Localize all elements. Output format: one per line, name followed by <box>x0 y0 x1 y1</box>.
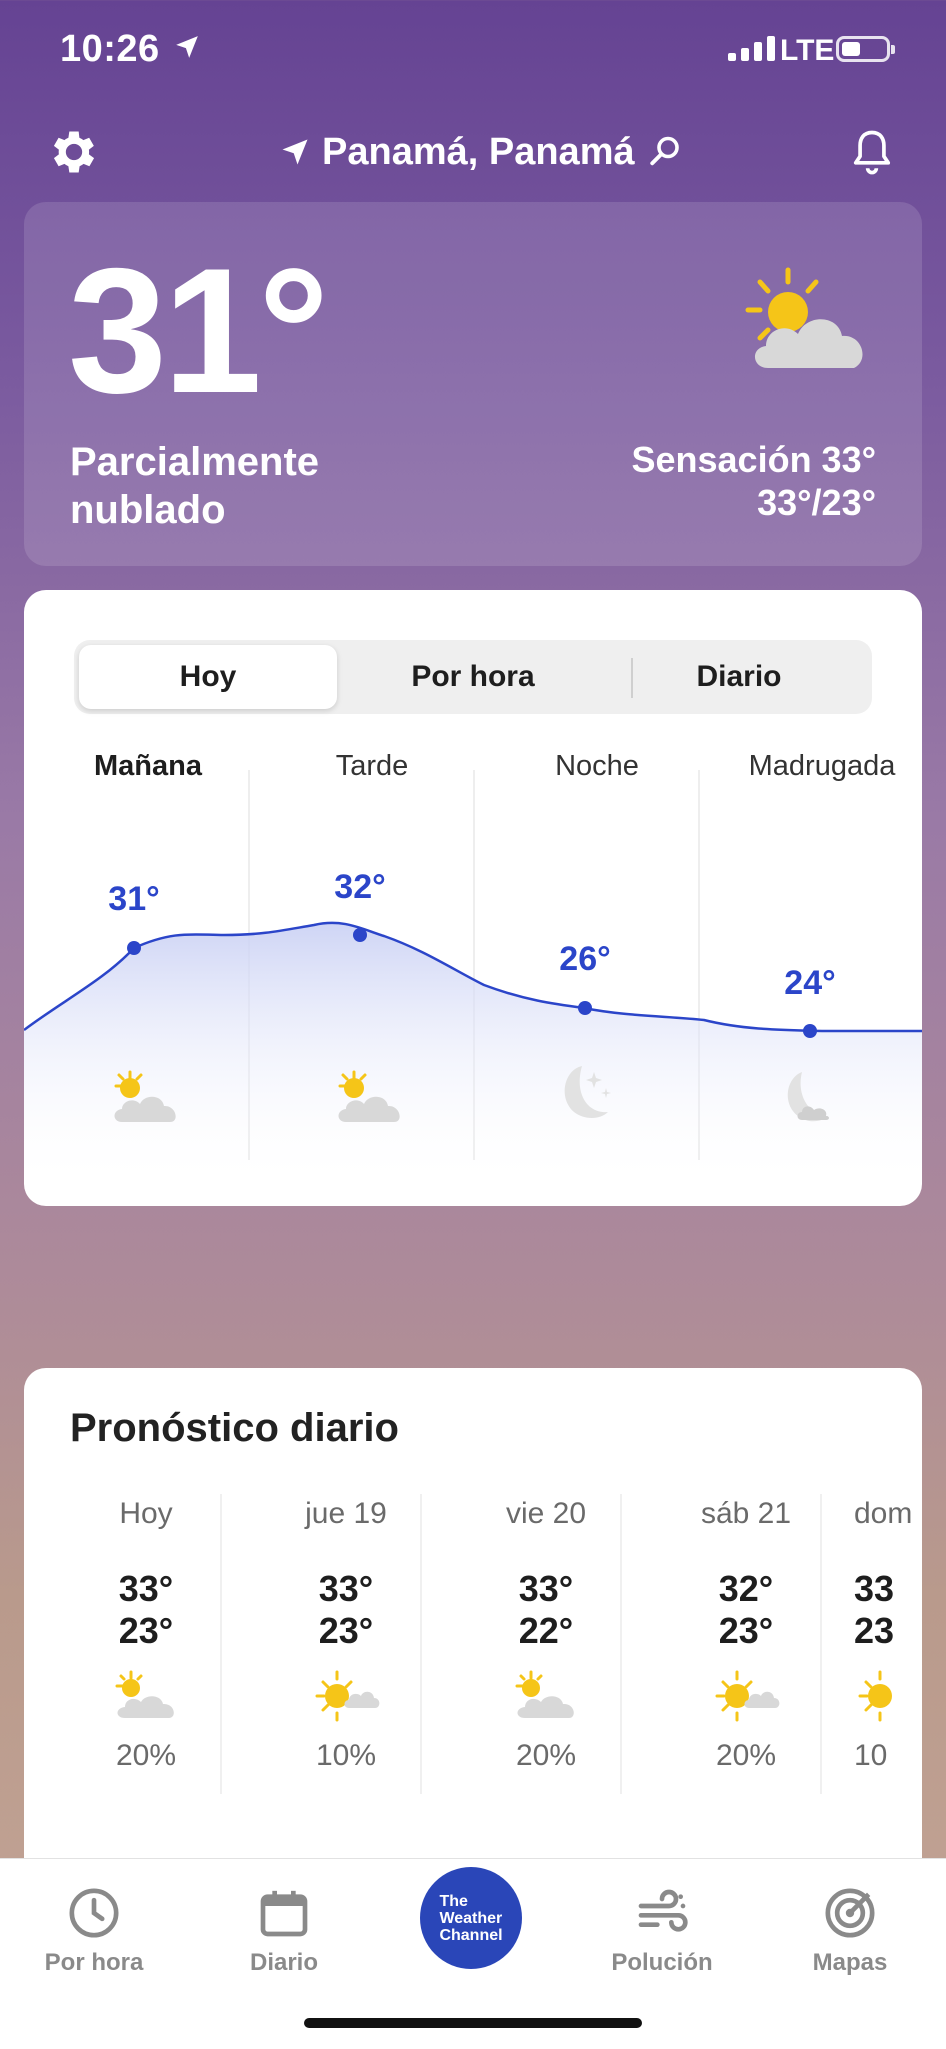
day-precip: 10% <box>315 1739 377 1772</box>
tab-label: Por hora <box>44 1949 144 1976</box>
location-selector[interactable]: Panamá, Panamá <box>280 124 683 180</box>
twc-logo: The Weather Channel <box>439 1892 503 1944</box>
day-name: sáb 21 <box>700 1497 792 1530</box>
daily-day-column[interactable]: jue 19 33° 23° 10% <box>246 1494 446 1794</box>
day-divider <box>420 1494 422 1794</box>
day-divider <box>820 1494 822 1794</box>
radar-icon <box>825 1888 875 1938</box>
day-precip: 20% <box>115 1739 177 1772</box>
day-precip: 10 <box>854 1739 888 1772</box>
tab-mapas-nav[interactable]: Mapas <box>770 1885 930 1977</box>
battery-icon <box>836 36 895 62</box>
feels-like: Sensación 33° <box>631 439 876 480</box>
daily-day-column[interactable]: Hoy 33° 23° 20% <box>46 1494 246 1794</box>
signal-icon <box>728 36 775 61</box>
temp-point <box>127 941 141 955</box>
day-high: 33° <box>518 1568 574 1609</box>
current-condition: Parcialmente nublado <box>70 440 320 532</box>
day-divider <box>620 1494 622 1794</box>
location-name: Panamá, Panamá <box>322 130 635 173</box>
day-low: 23 <box>854 1610 895 1651</box>
high-low: 33°/23° <box>757 482 876 523</box>
day-low: 23° <box>318 1610 374 1651</box>
day-divider <box>220 1494 222 1794</box>
daily-day-column[interactable]: sáb 21 32° 23° 20% <box>646 1494 846 1794</box>
day-high: 33° <box>118 1568 174 1609</box>
twc-logo-button[interactable]: The Weather Channel <box>420 1867 522 1969</box>
search-icon[interactable] <box>647 134 683 170</box>
mostly-sunny-icon <box>315 1670 380 1722</box>
clock-icon <box>69 1888 119 1938</box>
partly-cloudy-icon <box>745 267 863 368</box>
calendar-icon <box>260 1890 308 1937</box>
partly-cloudy-icon <box>515 1670 574 1718</box>
partly-cloudy-icon <box>114 1070 176 1122</box>
day-low: 23° <box>718 1610 774 1651</box>
day-low: 22° <box>518 1610 574 1651</box>
day-name: dom <box>854 1497 913 1530</box>
day-precip: 20% <box>715 1739 777 1772</box>
bell-icon[interactable] <box>846 124 898 180</box>
current-conditions-card[interactable]: 31° Parcialmente nublado Sensación 33° 3… <box>24 202 922 566</box>
gear-icon[interactable] <box>46 124 102 180</box>
status-time: 10:26 <box>60 28 160 70</box>
day-name: jue 19 <box>305 1497 387 1530</box>
period-temp-noche: 26° <box>559 940 611 978</box>
tab-diario-nav[interactable]: Diario <box>204 1885 364 1977</box>
today-forecast-card: Hoy Por hora Diario Mañana Tarde Noche M… <box>24 590 922 1206</box>
location-arrow-icon <box>282 139 308 165</box>
day-low: 23° <box>118 1610 174 1651</box>
tab-label: Polución <box>611 1949 713 1976</box>
day-name: vie 20 <box>505 1497 587 1530</box>
day-precip: 20% <box>515 1739 577 1772</box>
day-high: 33° <box>318 1568 374 1609</box>
tab-label: Diario <box>249 1949 318 1976</box>
current-temperature: 31° <box>68 231 329 430</box>
daily-forecast-card: Pronóstico diario Hoy 33° 23° 20% jue 19… <box>24 1368 922 1888</box>
temperature-area <box>24 922 922 1190</box>
temp-point <box>353 928 367 942</box>
period-temp-madrugada: 24° <box>784 964 836 1002</box>
tab-label: Mapas <box>812 1949 888 1976</box>
home-indicator <box>304 2018 642 2028</box>
daily-forecast-title: Pronóstico diario <box>70 1406 399 1450</box>
day-name: Hoy <box>119 1497 173 1530</box>
location-arrow-icon <box>176 36 198 58</box>
clear-night-icon <box>564 1066 611 1118</box>
partly-cloudy-icon <box>338 1070 400 1122</box>
status-bar: 10:26 LTE <box>0 0 946 100</box>
day-high: 32° <box>718 1568 774 1609</box>
daily-day-column[interactable]: dom 33 23 10 <box>854 1494 922 1794</box>
network-type: LTE <box>780 34 835 67</box>
temp-point <box>578 1001 592 1015</box>
day-high: 33 <box>854 1568 895 1609</box>
temp-point <box>803 1024 817 1038</box>
tab-por-hora-nav[interactable]: Por hora <box>14 1885 174 1977</box>
partly-cloudy-icon <box>115 1670 174 1718</box>
tab-polucion-nav[interactable]: Polución <box>582 1885 742 1977</box>
partly-cloudy-night-icon <box>787 1072 829 1122</box>
daily-day-column[interactable]: vie 20 33° 22° 20% <box>446 1494 646 1794</box>
period-temp-manana: 31° <box>108 880 160 918</box>
mostly-sunny-icon <box>715 1670 780 1722</box>
wind-icon <box>638 1889 688 1932</box>
mostly-sunny-icon <box>858 1670 892 1722</box>
period-temp-tarde: 32° <box>334 868 386 906</box>
